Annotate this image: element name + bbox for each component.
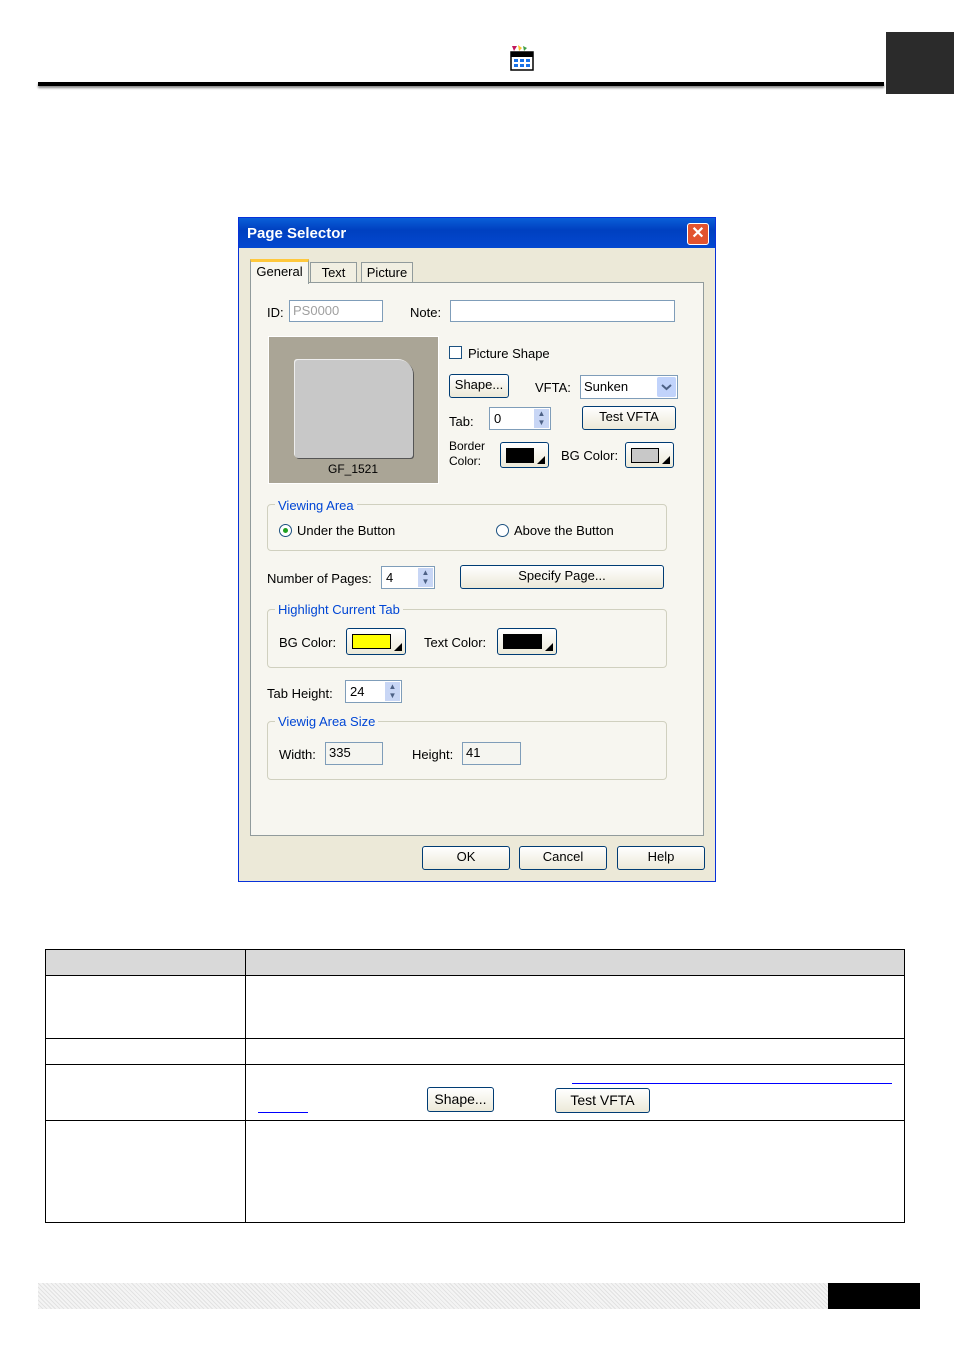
note-label: Note: — [410, 305, 442, 320]
general-panel: ID: PS0000 Note: GF_1521 Picture Shape S… — [250, 282, 704, 836]
page-selector-dialog: Page Selector ✕ General Text Picture ID:… — [238, 217, 716, 882]
under-button-radio[interactable] — [279, 524, 292, 537]
pages-value: 4 — [386, 570, 394, 585]
spinner-arrows-icon[interactable]: ▲ ▼ — [418, 568, 433, 587]
pages-label: Number of Pages: — [267, 571, 372, 586]
vfta-select[interactable]: Sunken — [580, 375, 678, 399]
link-underline[interactable] — [572, 1083, 892, 1084]
dropdown-triangle-icon — [545, 643, 553, 651]
border-color-button[interactable] — [500, 442, 549, 468]
help-button[interactable]: Help — [617, 846, 705, 870]
highlight-bg-swatch — [352, 634, 391, 649]
vfta-label: VFTA: — [535, 380, 571, 395]
highlight-text-swatch — [503, 634, 542, 649]
test-vfta-button[interactable]: Test VFTA — [582, 406, 676, 430]
table-column-divider — [245, 950, 246, 1222]
highlight-bg-color-button[interactable] — [346, 628, 406, 655]
viewing-size-title: Viewig Area Size — [275, 714, 379, 729]
above-button-label: Above the Button — [514, 523, 614, 538]
width-label: Width: — [279, 747, 316, 762]
cancel-button[interactable]: Cancel — [519, 846, 607, 870]
page-selector-icon — [508, 44, 536, 72]
table-divider — [46, 1038, 904, 1039]
note-field[interactable] — [450, 300, 675, 322]
table-test-vfta-button[interactable]: Test VFTA — [555, 1088, 650, 1113]
tab-picture-label: Picture — [366, 265, 408, 280]
width-field[interactable]: 335 — [325, 742, 383, 765]
under-button-label: Under the Button — [297, 523, 396, 538]
height-label: Height: — [412, 747, 454, 762]
tab-height-label: Tab Height: — [267, 686, 333, 701]
property-table: Shape... Test VFTA — [45, 949, 905, 1223]
border-color-label-2: Color: — [449, 454, 482, 468]
link-underline[interactable] — [258, 1112, 308, 1113]
picture-shape-checkbox[interactable] — [449, 346, 462, 359]
specify-page-button[interactable]: Specify Page... — [460, 565, 664, 589]
preview-shape — [295, 360, 413, 458]
table-divider — [46, 975, 904, 976]
viewing-area-title: Viewing Area — [275, 498, 357, 513]
highlight-bg-label: BG Color: — [279, 635, 337, 650]
header-rule — [38, 82, 884, 86]
dropdown-triangle-icon — [537, 456, 545, 464]
highlight-text-label: Text Color: — [424, 635, 487, 650]
picture-shape-label: Picture Shape — [468, 346, 550, 361]
close-button[interactable]: ✕ — [687, 223, 709, 245]
shape-button[interactable]: Shape... — [449, 374, 509, 398]
highlight-text-color-button[interactable] — [497, 628, 557, 655]
vfta-value: Sunken — [584, 379, 629, 394]
border-color-label-1: Border — [449, 439, 486, 453]
bg-color-button[interactable] — [625, 442, 674, 468]
footer-bar — [38, 1283, 828, 1309]
dialog-title: Page Selector — [247, 225, 347, 242]
preview-caption: GF_1521 — [328, 462, 379, 476]
tab-picture[interactable]: Picture — [361, 262, 413, 283]
dropdown-triangle-icon — [394, 643, 402, 651]
table-divider — [46, 1064, 904, 1065]
spinner-arrows-icon[interactable]: ▲ ▼ — [534, 409, 549, 428]
header-corner-block — [886, 32, 954, 94]
height-field[interactable]: 41 — [462, 742, 521, 765]
tab-height-stepper[interactable]: 24 ▲ ▼ — [345, 680, 402, 703]
id-field[interactable]: PS0000 — [289, 300, 383, 322]
footer-page-block — [828, 1283, 920, 1309]
chevron-down-icon[interactable] — [657, 377, 676, 397]
tab-text-label: Text — [321, 265, 346, 280]
bg-color-swatch — [631, 448, 659, 463]
table-divider — [46, 1120, 904, 1121]
tab-text[interactable]: Text — [310, 262, 357, 283]
spinner-arrows-icon[interactable]: ▲ ▼ — [385, 682, 400, 701]
tab-height-value: 24 — [350, 684, 365, 699]
title-bar: Page Selector ✕ — [239, 218, 715, 248]
id-label: ID: — [267, 305, 284, 320]
bg-color-label: BG Color: — [561, 448, 619, 463]
ok-button[interactable]: OK — [422, 846, 510, 870]
highlight-title: Highlight Current Tab — [275, 602, 403, 617]
tab-stepper[interactable]: 0 ▲ ▼ — [489, 407, 551, 430]
shape-preview: GF_1521 — [268, 336, 439, 484]
tab-value: 0 — [494, 411, 502, 426]
table-shape-button[interactable]: Shape... — [427, 1087, 494, 1112]
border-color-swatch — [506, 448, 534, 463]
tab-general-label: General — [256, 264, 303, 279]
tab-general[interactable]: General — [250, 259, 309, 284]
above-button-radio[interactable] — [496, 524, 509, 537]
table-header — [46, 950, 904, 975]
tab-label: Tab: — [449, 414, 474, 429]
pages-stepper[interactable]: 4 ▲ ▼ — [381, 566, 435, 589]
dropdown-triangle-icon — [662, 456, 670, 464]
